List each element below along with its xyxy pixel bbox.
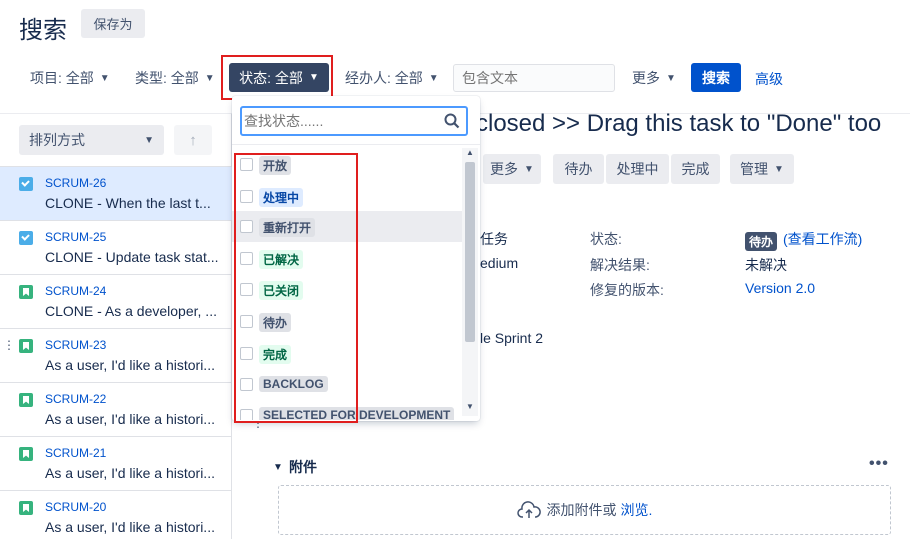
status-options-highlight xyxy=(234,153,358,423)
attachments-header[interactable]: ▼ 附件 xyxy=(270,457,317,477)
issue-summary: CLONE - Update task stat... xyxy=(45,249,219,265)
chevron-down-icon: ▼ xyxy=(144,134,154,146)
chevron-down-icon: ▼ xyxy=(273,461,283,473)
attachment-drop-zone[interactable]: 添加附件或 浏览. xyxy=(278,485,891,535)
page-title: 搜索 xyxy=(19,17,67,44)
search-button[interactable]: 搜索 xyxy=(691,63,741,92)
arrow-up-icon: ↑ xyxy=(189,131,197,149)
project-filter[interactable]: 项目: 全部 ▼ xyxy=(30,64,110,92)
resolution-value: 未解决 xyxy=(745,257,787,273)
assignee-filter[interactable]: 经办人: 全部 ▼ xyxy=(345,64,439,92)
dropdown-scrollbar[interactable]: ▲ ▼ xyxy=(462,148,478,416)
type-filter-label: 类型: 全部 xyxy=(135,70,199,86)
more-filters-label: 更多 xyxy=(632,70,660,86)
type-value: 任务 xyxy=(480,231,508,247)
done-transition-button[interactable]: 完成 xyxy=(671,154,720,184)
scroll-down-icon[interactable]: ▼ xyxy=(466,402,474,411)
more-actions-button[interactable]: 更多 ▼ xyxy=(483,154,541,184)
type-filter[interactable]: 类型: 全部 ▼ xyxy=(135,64,215,92)
list-item[interactable]: SCRUM-20 As a user, I'd like a histori..… xyxy=(0,491,232,539)
issue-key[interactable]: SCRUM-25 xyxy=(45,230,106,244)
browse-link[interactable]: 浏览. xyxy=(621,500,653,520)
view-workflow-link[interactable]: (查看工作流) xyxy=(783,229,862,249)
scrollbar-thumb[interactable] xyxy=(465,162,475,342)
search-icon xyxy=(444,113,460,129)
issue-key[interactable]: SCRUM-22 xyxy=(45,392,106,406)
chevron-down-icon: ▼ xyxy=(524,163,534,175)
contains-text-input[interactable] xyxy=(453,64,615,92)
story-icon xyxy=(19,285,33,299)
chevron-down-icon: ▼ xyxy=(308,72,319,83)
issue-key[interactable]: SCRUM-23 xyxy=(45,338,106,352)
chevron-down-icon: ▼ xyxy=(99,72,110,84)
story-icon xyxy=(19,339,33,353)
order-by-label: 排列方式 xyxy=(29,132,85,148)
save-as-button[interactable]: 保存为 xyxy=(81,9,145,38)
issue-key[interactable]: SCRUM-21 xyxy=(45,446,106,460)
status-badge: 待办 xyxy=(745,232,778,251)
issue-key[interactable]: SCRUM-20 xyxy=(45,500,106,514)
resolution-label: 解决结果: xyxy=(590,257,650,273)
cloud-upload-icon xyxy=(516,501,541,518)
issue-summary: As a user, I'd like a histori... xyxy=(45,357,215,373)
fix-version-label: 修复的版本: xyxy=(590,282,664,298)
priority-value: edium xyxy=(480,255,519,271)
assignee-filter-label: 经办人: 全部 xyxy=(345,70,423,86)
issue-key[interactable]: SCRUM-24 xyxy=(45,284,106,298)
status-label: 状态: xyxy=(590,231,622,247)
scroll-up-icon[interactable]: ▲ xyxy=(466,148,474,157)
chevron-down-icon: ▼ xyxy=(774,163,784,175)
order-by-select[interactable]: 排列方式 ▼ xyxy=(19,125,164,155)
issue-summary: As a user, I'd like a histori... xyxy=(45,519,215,535)
chevron-down-icon: ▼ xyxy=(428,72,439,84)
more-options-icon[interactable]: ••• xyxy=(869,455,889,473)
list-item[interactable]: SCRUM-22 As a user, I'd like a histori..… xyxy=(0,383,232,437)
story-icon xyxy=(19,393,33,407)
chevron-down-icon: ▼ xyxy=(204,72,215,84)
status-search-input[interactable] xyxy=(244,112,434,130)
issue-summary: CLONE - When the last t... xyxy=(45,195,211,211)
attachments-title: 附件 xyxy=(289,459,317,475)
dropdown-divider xyxy=(232,144,480,145)
task-icon xyxy=(19,177,33,191)
issue-key[interactable]: SCRUM-26 xyxy=(45,176,106,190)
story-icon xyxy=(19,447,33,461)
manage-label: 管理 xyxy=(740,161,769,177)
drop-zone-text: 添加附件或 xyxy=(546,502,617,518)
project-filter-label: 项目: 全部 xyxy=(30,70,94,86)
more-actions-label: 更多 xyxy=(490,161,519,177)
issue-summary: As a user, I'd like a histori... xyxy=(45,411,215,427)
panel-resize-handle[interactable]: ⋮ xyxy=(3,339,15,351)
sprint-value[interactable]: le Sprint 2 xyxy=(480,330,543,346)
issue-summary: As a user, I'd like a histori... xyxy=(45,465,215,481)
chevron-down-icon: ▼ xyxy=(666,72,676,84)
list-item[interactable]: SCRUM-26 CLONE - When the last t... xyxy=(0,167,232,221)
fix-version-link[interactable]: Version 2.0 xyxy=(745,280,815,296)
more-filters[interactable]: 更多 ▼ xyxy=(632,64,676,92)
list-item[interactable]: SCRUM-23 As a user, I'd like a histori..… xyxy=(0,329,232,383)
status-filter-label: 状态: 全部 xyxy=(239,69,303,86)
status-filter[interactable]: 状态: 全部 ▼ xyxy=(229,63,329,92)
list-item[interactable]: SCRUM-25 CLONE - Update task stat... xyxy=(0,221,232,275)
in-progress-transition-button[interactable]: 处理中 xyxy=(606,154,669,184)
story-icon xyxy=(19,501,33,515)
issue-summary: CLONE - As a developer, ... xyxy=(45,303,217,319)
todo-transition-button[interactable]: 待办 xyxy=(553,154,604,184)
task-icon xyxy=(19,231,33,245)
advanced-search-link[interactable]: 高级 xyxy=(755,69,783,89)
issue-title: closed >> Drag this task to "Done" too xyxy=(476,110,882,137)
manage-button[interactable]: 管理 ▼ xyxy=(730,154,794,184)
status-search-field[interactable] xyxy=(240,106,468,136)
list-item[interactable]: SCRUM-21 As a user, I'd like a histori..… xyxy=(0,437,232,491)
list-item[interactable]: SCRUM-24 CLONE - As a developer, ... xyxy=(0,275,232,329)
sort-direction-button[interactable]: ↑ xyxy=(174,125,212,155)
